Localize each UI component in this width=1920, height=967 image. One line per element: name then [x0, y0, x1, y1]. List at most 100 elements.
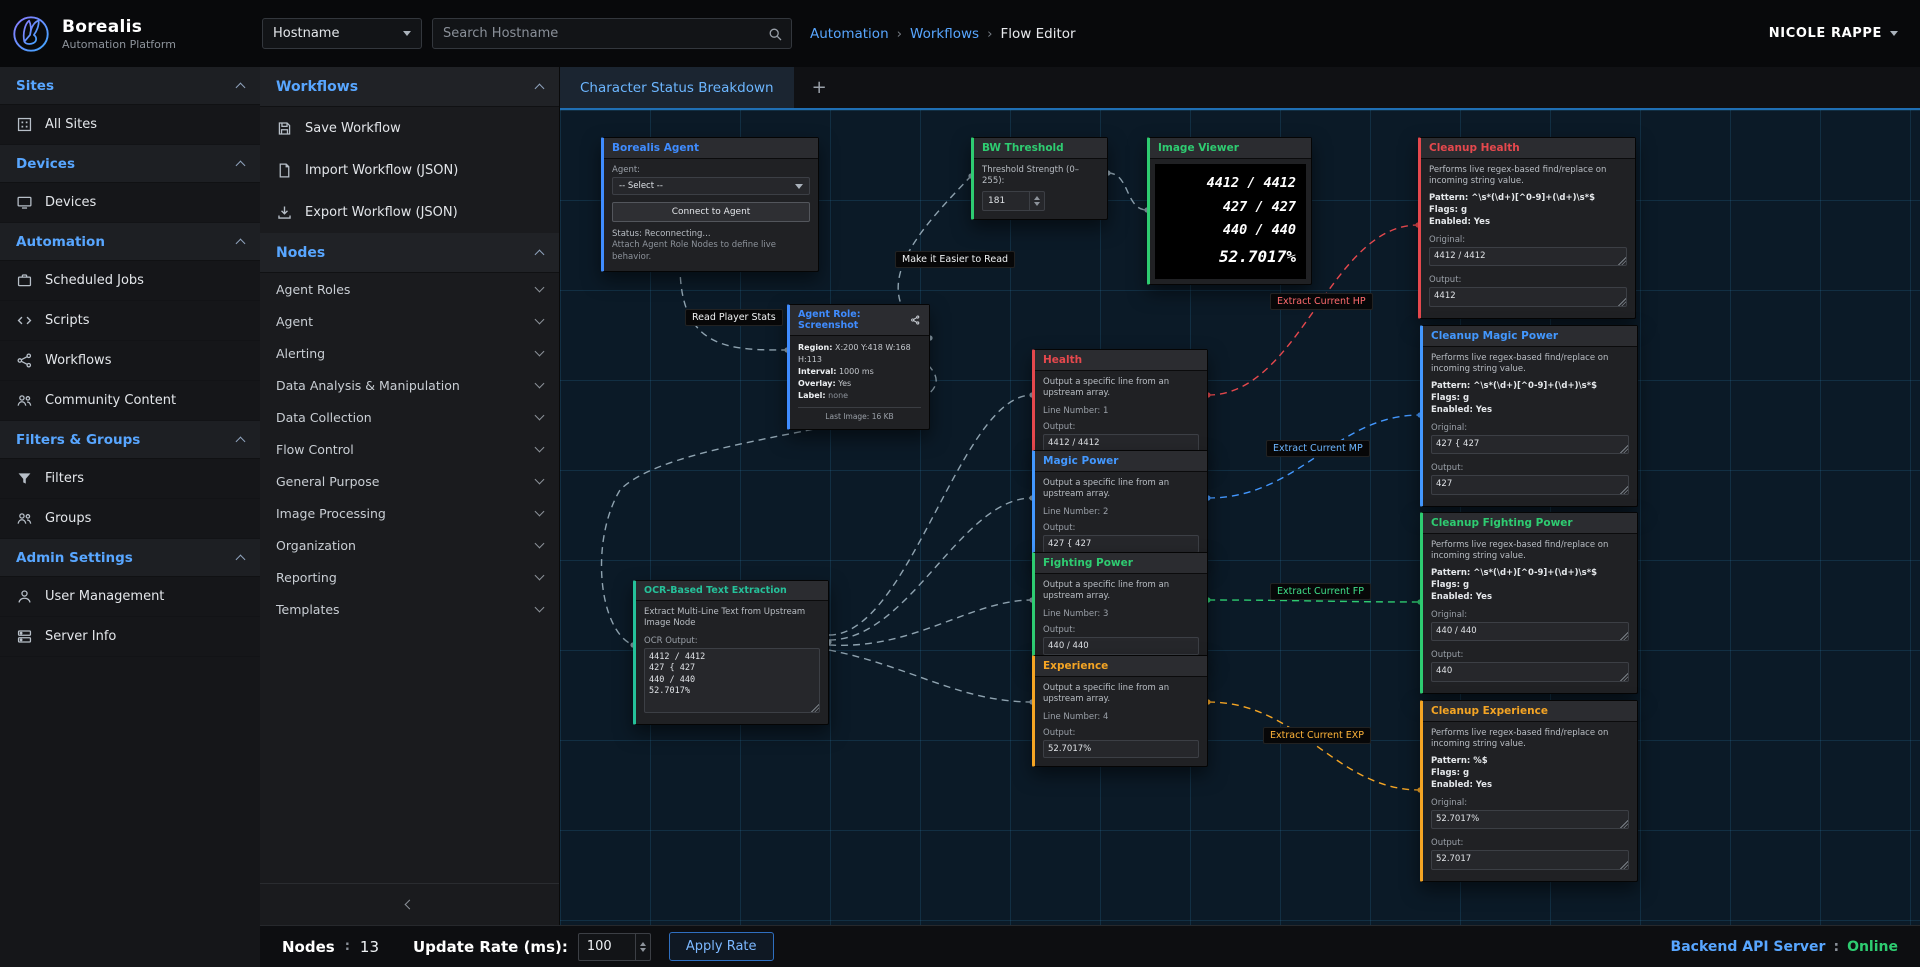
add-tab-button[interactable]: +: [794, 67, 845, 108]
node-category-organization[interactable]: Organization: [260, 529, 559, 561]
panel-section-workflows[interactable]: Workflows: [260, 67, 559, 107]
output-field[interactable]: [1043, 740, 1199, 758]
node-category-agent-roles[interactable]: Agent Roles: [260, 273, 559, 305]
number-spinner[interactable]: [1029, 192, 1044, 210]
spinner-down-icon[interactable]: [1034, 202, 1040, 206]
output-label: Output:: [1043, 728, 1199, 738]
update-rate-field[interactable]: [579, 934, 635, 960]
sidebar-item-user-management[interactable]: User Management: [0, 577, 260, 617]
sidebar-item-all-sites[interactable]: All Sites: [0, 105, 260, 145]
output-textarea[interactable]: 440: [1431, 662, 1629, 681]
sidebar-item-groups[interactable]: Groups: [0, 499, 260, 539]
code-icon: [16, 312, 33, 329]
breadcrumb-separator: ›: [987, 26, 992, 42]
flow-canvas[interactable]: Borealis Agent Agent: -- Select -- Conne…: [560, 110, 1920, 925]
output-field[interactable]: [1043, 637, 1199, 655]
breadcrumb-automation[interactable]: Automation: [810, 26, 889, 42]
node-category-image-processing[interactable]: Image Processing: [260, 497, 559, 529]
panel-section-nodes[interactable]: Nodes: [260, 233, 559, 273]
connect-to-agent-button[interactable]: Connect to Agent: [612, 202, 810, 222]
wire-label-make-it-easier[interactable]: Make it Easier to Read: [895, 251, 1015, 268]
node-cleanup-experience[interactable]: Cleanup Experience Performs live regex-b…: [1420, 700, 1638, 882]
sidebar-item-server-info[interactable]: Server Info: [0, 617, 260, 657]
import-workflow-button[interactable]: Import Workflow (JSON): [260, 149, 559, 191]
people-icon: [16, 510, 33, 527]
monitor-icon: [16, 194, 33, 211]
sidebar-item-devices[interactable]: Devices: [0, 183, 260, 223]
node-category-data-analysis[interactable]: Data Analysis & Manipulation: [260, 369, 559, 401]
breadcrumb-workflows[interactable]: Workflows: [910, 26, 979, 42]
share-icon[interactable]: [910, 314, 921, 326]
tab-character-status-breakdown[interactable]: Character Status Breakdown: [560, 67, 794, 108]
chevron-down-icon: [535, 411, 545, 421]
chevron-down-icon: [1890, 31, 1898, 36]
sidebar-section-sites[interactable]: Sites: [0, 67, 260, 105]
node-cleanup-health[interactable]: Cleanup Health Performs live regex-based…: [1418, 137, 1636, 319]
node-category-alerting[interactable]: Alerting: [260, 337, 559, 369]
sidebar-item-workflows[interactable]: Workflows: [0, 341, 260, 381]
hostname-searchbox[interactable]: [432, 18, 792, 49]
output-textarea[interactable]: 52.7017: [1431, 850, 1629, 869]
sidebar-section-filters-groups[interactable]: Filters & Groups: [0, 421, 260, 459]
wire-label-extract-exp[interactable]: Extract Current EXP: [1263, 727, 1371, 744]
sidebar-item-scripts[interactable]: Scripts: [0, 301, 260, 341]
panel-item-label: Import Workflow (JSON): [305, 163, 458, 178]
node-category-flow-control[interactable]: Flow Control: [260, 433, 559, 465]
update-rate-input[interactable]: [578, 933, 651, 961]
node-category-agent[interactable]: Agent: [260, 305, 559, 337]
user-name: NICOLE RAPPE: [1769, 26, 1882, 41]
output-textarea[interactable]: 427: [1431, 475, 1629, 494]
wire-label-extract-hp[interactable]: Extract Current HP: [1270, 293, 1373, 310]
apply-rate-button[interactable]: Apply Rate: [669, 932, 774, 961]
node-cleanup-fighting-power[interactable]: Cleanup Fighting Power Performs live reg…: [1420, 512, 1638, 694]
threshold-input[interactable]: [982, 191, 1045, 211]
node-category-data-collection[interactable]: Data Collection: [260, 401, 559, 433]
panel-collapse-button[interactable]: [260, 883, 559, 925]
sidebar-section-automation[interactable]: Automation: [0, 223, 260, 261]
agent-select[interactable]: -- Select --: [612, 177, 810, 195]
node-agent-role-screenshot[interactable]: Agent Role: Screenshot Region: X:200 Y:4…: [787, 304, 930, 430]
node-category-templates[interactable]: Templates: [260, 593, 559, 625]
node-fighting-power[interactable]: Fighting Power Output a specific line fr…: [1032, 552, 1208, 664]
wire-label-extract-mp[interactable]: Extract Current MP: [1266, 440, 1370, 457]
export-workflow-button[interactable]: Export Workflow (JSON): [260, 191, 559, 233]
output-field[interactable]: [1043, 535, 1199, 553]
original-textarea[interactable]: 4412 / 4412: [1429, 247, 1627, 266]
save-workflow-button[interactable]: Save Workflow: [260, 107, 559, 149]
sidebar-item-community-content[interactable]: Community Content: [0, 381, 260, 421]
original-textarea[interactable]: 52.7017%: [1431, 810, 1629, 829]
ocr-output-textarea[interactable]: 4412 / 4412 427 { 427 440 / 440 52.7017%: [644, 648, 820, 713]
sidebar-item-scheduled-jobs[interactable]: Scheduled Jobs: [0, 261, 260, 301]
node-cleanup-magic-power[interactable]: Cleanup Magic Power Performs live regex-…: [1420, 325, 1638, 507]
region-row: Region: X:200 Y:418 W:168 H:113: [798, 342, 921, 366]
number-spinner[interactable]: [635, 934, 650, 960]
pattern-text: Pattern: ^\s*(\d+)[^0-9]+(\d+)\s*$: [1431, 568, 1629, 580]
output-textarea[interactable]: 4412: [1429, 287, 1627, 306]
hostname-dropdown[interactable]: Hostname: [262, 18, 422, 49]
node-description: Performs live regex-based find/replace o…: [1431, 540, 1629, 563]
original-textarea[interactable]: 440 / 440: [1431, 622, 1629, 641]
original-textarea[interactable]: 427 { 427: [1431, 435, 1629, 454]
sidebar-section-devices[interactable]: Devices: [0, 145, 260, 183]
node-category-general-purpose[interactable]: General Purpose: [260, 465, 559, 497]
chevron-left-icon: [405, 900, 415, 910]
spinner-down-icon[interactable]: [640, 948, 646, 952]
node-experience[interactable]: Experience Output a specific line from a…: [1032, 655, 1208, 767]
threshold-value-field[interactable]: [983, 192, 1029, 210]
node-health[interactable]: Health Output a specific line from an up…: [1032, 349, 1208, 461]
node-magic-power[interactable]: Magic Power Output a specific line from …: [1032, 450, 1208, 562]
spinner-up-icon[interactable]: [640, 942, 646, 946]
wire-label-extract-fp[interactable]: Extract Current FP: [1270, 583, 1371, 600]
user-menu[interactable]: NICOLE RAPPE: [1769, 26, 1898, 41]
node-category-reporting[interactable]: Reporting: [260, 561, 559, 593]
node-description: Performs live regex-based find/replace o…: [1429, 165, 1627, 188]
sidebar-item-filters[interactable]: Filters: [0, 459, 260, 499]
search-input[interactable]: [443, 26, 767, 41]
node-bw-threshold[interactable]: BW Threshold Threshold Strength (0–255):: [971, 137, 1108, 220]
spinner-up-icon[interactable]: [1034, 196, 1040, 200]
node-image-viewer[interactable]: Image Viewer 4412 / 4412 427 / 427 440 /…: [1147, 137, 1312, 285]
wire-label-read-player-stats[interactable]: Read Player Stats: [685, 309, 783, 326]
node-ocr-text-extraction[interactable]: OCR-Based Text Extraction Extract Multi-…: [633, 580, 829, 725]
sidebar-section-admin-settings[interactable]: Admin Settings: [0, 539, 260, 577]
node-borealis-agent[interactable]: Borealis Agent Agent: -- Select -- Conne…: [601, 137, 819, 272]
